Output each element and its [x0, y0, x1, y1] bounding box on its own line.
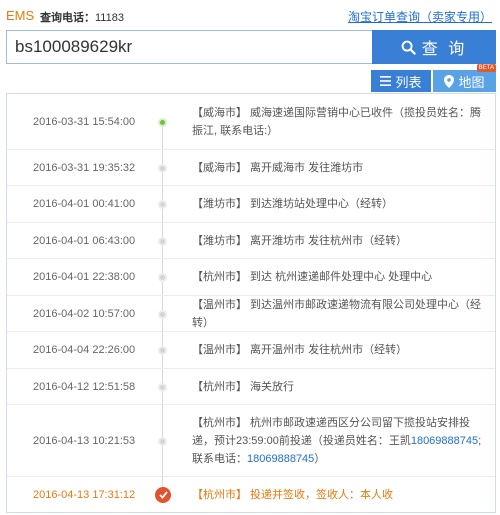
- event-description: 【威海市】 离开威海市 发往潍坊市: [192, 161, 364, 174]
- timeline-dot-icon: [158, 236, 167, 246]
- timeline-dot-icon: [158, 200, 167, 209]
- event-description: 【威海市】 威海速递国际营销中心已收件（揽投员姓名：腾振江, 联系电话:）: [192, 106, 482, 137]
- timeline-row: 2016-04-04 22:26:00 【温州市】 离开温州市 发往杭州市（经转…: [7, 332, 495, 369]
- timeline-dot-icon: [158, 163, 167, 173]
- courier-phone-link[interactable]: 18069888745: [247, 453, 314, 465]
- beta-badge: BETA: [476, 64, 496, 72]
- list-icon: [380, 76, 392, 86]
- event-time: 2016-04-02 10:57:00: [33, 307, 136, 320]
- timeline-row: 2016-04-01 00:41:00 【潍坊市】 到达潍坊站处理中心（经转）: [7, 186, 495, 223]
- search-icon: [401, 40, 416, 55]
- timeline-row: 2016-04-12 12:51:58 【杭州市】 海关放行: [7, 369, 495, 405]
- timeline-row: 2016-04-01 06:43:00 【潍坊市】 离开潍坊市 发往杭州市（经转…: [7, 223, 495, 259]
- top-bar: EMS 查询电话：11183 淘宝订单查询（卖家专用）: [0, 0, 500, 30]
- brand-logo: EMS: [6, 8, 35, 23]
- timeline-dot-icon: [158, 382, 167, 392]
- tab-map-label: 地图: [458, 74, 485, 90]
- event-description: 【温州市】 到达温州市邮政速递物流有限公司处理中心（经转）: [192, 298, 482, 329]
- timeline-row-delivered: 2016-04-13 17:31:12 【杭州市】 投递并签收，签收人：本人收: [7, 477, 495, 513]
- tracking-number-input[interactable]: [6, 30, 372, 64]
- event-time: 2016-04-13 10:21:53: [33, 434, 136, 447]
- event-time: 2016-04-04 22:26:00: [33, 344, 136, 356]
- event-time: 2016-03-31 15:54:00: [33, 115, 136, 128]
- timeline-row: 2016-03-31 19:35:32 【威海市】 离开威海市 发往潍坊市: [7, 150, 495, 186]
- timeline-row: 2016-04-13 10:21:53 【杭州市】 杭州市邮政速递西区分公司留下…: [7, 405, 495, 477]
- tab-map[interactable]: 地图 BETA: [433, 64, 496, 92]
- hotline: 查询电话：11183: [40, 9, 124, 25]
- event-description: 【潍坊市】 离开潍坊市 发往杭州市（经转）: [192, 234, 408, 247]
- event-description: 【杭州市】 海关放行: [192, 380, 295, 393]
- timeline-dot-icon: [158, 346, 167, 355]
- timeline-row: 2016-03-31 15:54:00 【威海市】 威海速递国际营销中心已收件（…: [7, 94, 495, 150]
- event-time: 2016-04-12 12:51:58: [33, 380, 136, 393]
- event-time: 2016-04-01 22:38:00: [33, 271, 136, 283]
- tracking-timeline: 2016-03-31 15:54:00 【威海市】 威海速递国际营销中心已收件（…: [6, 93, 496, 513]
- timeline-row: 2016-04-01 22:38:00 【杭州市】 到达 杭州速递邮件处理中心 …: [7, 259, 495, 296]
- event-description: 【杭州市】 到达 杭州速递邮件处理中心 处理中心: [192, 271, 433, 283]
- search-bar: 查 询: [6, 30, 496, 64]
- event-description: 【杭州市】 杭州市邮政速递西区分公司留下揽投站安排投递，预计23:59:00前投…: [192, 414, 487, 468]
- event-time: 2016-04-01 00:41:00: [33, 198, 136, 210]
- start-dot-icon: [158, 117, 167, 127]
- event-description: 【温州市】 离开温州市 发往杭州市（经转）: [192, 344, 408, 356]
- timeline-dot-icon: [158, 273, 167, 282]
- hotline-number: 11183: [95, 12, 124, 24]
- event-text: ）: [314, 452, 326, 465]
- event-time: 2016-03-31 19:35:32: [33, 161, 136, 174]
- tab-list-label: 列表: [395, 74, 422, 90]
- event-description: 【杭州市】 投递并签收，签收人：本人收: [192, 489, 394, 501]
- hotline-label: 查询电话：: [40, 12, 95, 24]
- event-description: 【潍坊市】 到达潍坊站处理中心（经转）: [192, 198, 394, 210]
- search-button[interactable]: 查 询: [372, 30, 496, 64]
- timeline-dot-icon: [158, 436, 167, 446]
- courier-phone-link[interactable]: 18069888745: [411, 435, 478, 447]
- event-time: 2016-04-01 06:43:00: [33, 234, 136, 247]
- timeline-dot-icon: [158, 309, 167, 319]
- delivered-check-icon: [155, 487, 171, 503]
- event-time: 2016-04-13 17:31:12: [33, 489, 136, 501]
- tab-list[interactable]: 列表: [371, 70, 431, 92]
- search-button-label: 查 询: [421, 41, 468, 58]
- timeline-row: 2016-04-02 10:57:00 【温州市】 到达温州市邮政速递物流有限公…: [7, 296, 495, 332]
- taobao-order-link[interactable]: 淘宝订单查询（卖家专用）: [348, 8, 492, 25]
- map-pin-icon: [444, 74, 455, 88]
- view-tabs: 列表 地图 BETA: [371, 64, 496, 92]
